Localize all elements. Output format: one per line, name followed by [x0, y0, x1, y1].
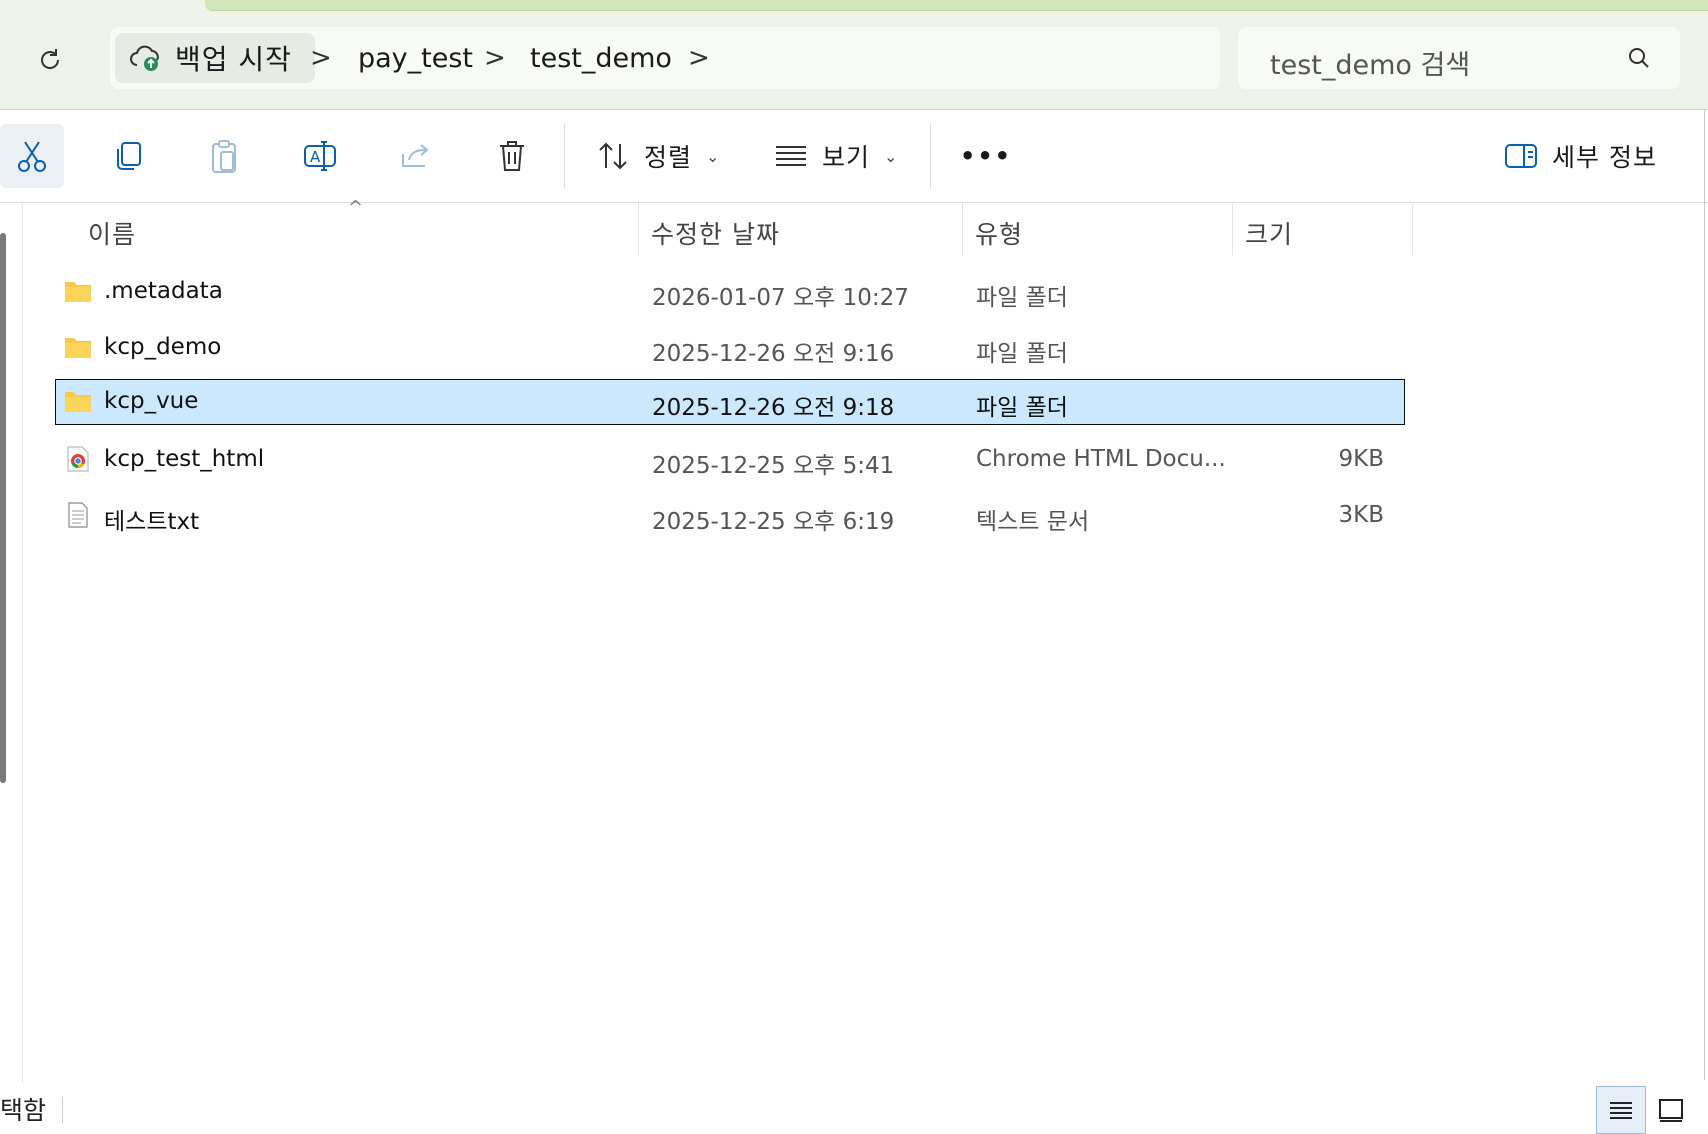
status-text: 택함 — [0, 1096, 47, 1125]
details-label: 세부 정보 — [1552, 143, 1657, 172]
cloud-backup-icon — [130, 45, 159, 71]
refresh-button[interactable] — [30, 40, 70, 80]
address-area: 백업 시작 > pay_test > test_demo > test_demo… — [0, 0, 1708, 110]
file-row[interactable]: 테스트txt 2025-12-25 오후 6:19 텍스트 문서 3KB — [55, 493, 1405, 539]
window-edge — [1704, 110, 1705, 1080]
file-date: 2026-01-07 오후 10:27 — [652, 285, 909, 311]
column-divider[interactable] — [962, 203, 963, 255]
share-button[interactable] — [384, 124, 448, 188]
tiles-view-button[interactable] — [1646, 1086, 1696, 1134]
file-name: kcp_demo — [104, 334, 222, 360]
details-view-button[interactable] — [1596, 1086, 1646, 1134]
details-pane-icon — [1505, 144, 1537, 168]
breadcrumb-chevron[interactable]: > — [484, 43, 506, 73]
chevron-down-icon: ⌄ — [884, 146, 898, 166]
file-size: 9KB — [1338, 446, 1385, 472]
folder-icon — [65, 338, 91, 358]
toolbar-divider — [564, 124, 565, 188]
column-divider[interactable] — [1412, 203, 1413, 255]
breadcrumb-chevron[interactable]: > — [688, 43, 710, 73]
file-row[interactable]: .metadata 2026-01-07 오후 10:27 파일 폴더 — [55, 269, 1405, 315]
breadcrumb-chevron[interactable]: > — [310, 43, 332, 73]
file-name: 테스트txt — [104, 509, 200, 535]
chevron-down-icon: ⌄ — [706, 146, 720, 166]
more-icon: ••• — [960, 142, 1013, 170]
svg-text:A: A — [310, 148, 321, 166]
copy-button[interactable] — [96, 124, 160, 188]
column-header-name[interactable]: 이름 — [88, 215, 136, 251]
file-type: 파일 폴더 — [976, 285, 1068, 311]
refresh-icon — [41, 49, 60, 69]
cut-button[interactable] — [0, 124, 64, 188]
share-icon — [402, 144, 429, 167]
pane-divider — [22, 203, 23, 1083]
breadcrumb-home[interactable]: 백업 시작 — [115, 33, 315, 83]
vertical-scrollbar[interactable] — [0, 233, 6, 783]
search-placeholder: test_demo 검색 — [1270, 50, 1471, 81]
rename-button[interactable]: A — [288, 124, 352, 188]
status-bar: 택함 — [0, 1083, 1708, 1134]
sort-indicator: ^ — [348, 197, 364, 218]
copy-icon — [117, 142, 141, 170]
cut-icon — [18, 141, 46, 172]
view-label: 보기 — [822, 143, 871, 172]
search-box[interactable]: test_demo 검색 — [1238, 27, 1680, 89]
file-type: 파일 폴더 — [976, 341, 1068, 367]
sort-icon — [599, 142, 627, 170]
text-file-icon — [68, 502, 88, 528]
breadcrumb-home-label: 백업 시작 — [175, 43, 292, 76]
view-menu[interactable]: 보기 ⌄ — [774, 130, 897, 182]
chrome-html-icon — [67, 446, 89, 472]
sort-menu[interactable]: 정렬 ⌄ — [596, 130, 719, 182]
file-name: kcp_vue — [104, 388, 199, 414]
tiles-view-icon — [1659, 1099, 1683, 1122]
column-header-row: ^ 이름 수정한 날짜 유형 크기 — [0, 197, 1708, 255]
title-strip — [205, 0, 1708, 11]
delete-button[interactable] — [480, 124, 544, 188]
file-date: 2025-12-25 오후 6:19 — [652, 509, 895, 535]
details-pane-button[interactable]: 세부 정보 — [1504, 130, 1657, 182]
file-row-selected[interactable]: kcp_vue 2025-12-26 오전 9:18 파일 폴더 — [55, 379, 1405, 425]
search-icon[interactable] — [1626, 45, 1652, 71]
view-list-icon — [776, 146, 806, 166]
file-name: .metadata — [104, 278, 223, 304]
folder-icon — [65, 282, 91, 302]
delete-icon — [500, 141, 524, 171]
file-name: kcp_test_html — [104, 446, 265, 472]
status-divider — [62, 1097, 63, 1123]
details-view-icon — [1610, 1102, 1632, 1119]
file-date: 2025-12-26 오전 9:16 — [652, 341, 895, 367]
column-divider[interactable] — [638, 203, 639, 255]
paste-icon — [212, 140, 236, 173]
paste-button[interactable] — [192, 124, 256, 188]
file-type: 텍스트 문서 — [976, 509, 1090, 535]
breadcrumb-pay-test[interactable]: pay_test — [358, 43, 473, 74]
toolbar-divider — [930, 124, 931, 188]
rename-icon: A — [304, 141, 336, 171]
more-options-button[interactable]: ••• — [960, 130, 1012, 182]
file-size: 3KB — [1338, 502, 1385, 528]
column-header-date[interactable]: 수정한 날짜 — [651, 215, 780, 251]
file-row[interactable]: kcp_test_html 2025-12-25 오후 5:41 Chrome … — [55, 437, 1405, 483]
sort-label: 정렬 — [644, 143, 693, 172]
file-list: ^ 이름 수정한 날짜 유형 크기 .metadata 2026-01-07 오… — [0, 197, 1708, 1083]
folder-icon — [65, 392, 91, 412]
column-header-size[interactable]: 크기 — [1245, 215, 1293, 251]
file-type: 파일 폴더 — [976, 395, 1068, 421]
command-bar: A 정렬 ⌄ 보기 ⌄ ••• 세부 정보 — [0, 110, 1708, 203]
column-divider[interactable] — [1232, 203, 1233, 255]
file-date: 2025-12-26 오전 9:18 — [652, 395, 895, 421]
breadcrumb-test-demo[interactable]: test_demo — [530, 43, 672, 74]
file-type: Chrome HTML Docu... — [976, 446, 1226, 472]
address-bar[interactable]: 백업 시작 > pay_test > test_demo > — [110, 27, 1220, 89]
column-header-type[interactable]: 유형 — [975, 215, 1023, 251]
file-date: 2025-12-25 오후 5:41 — [652, 453, 895, 479]
file-row[interactable]: kcp_demo 2025-12-26 오전 9:16 파일 폴더 — [55, 325, 1405, 371]
